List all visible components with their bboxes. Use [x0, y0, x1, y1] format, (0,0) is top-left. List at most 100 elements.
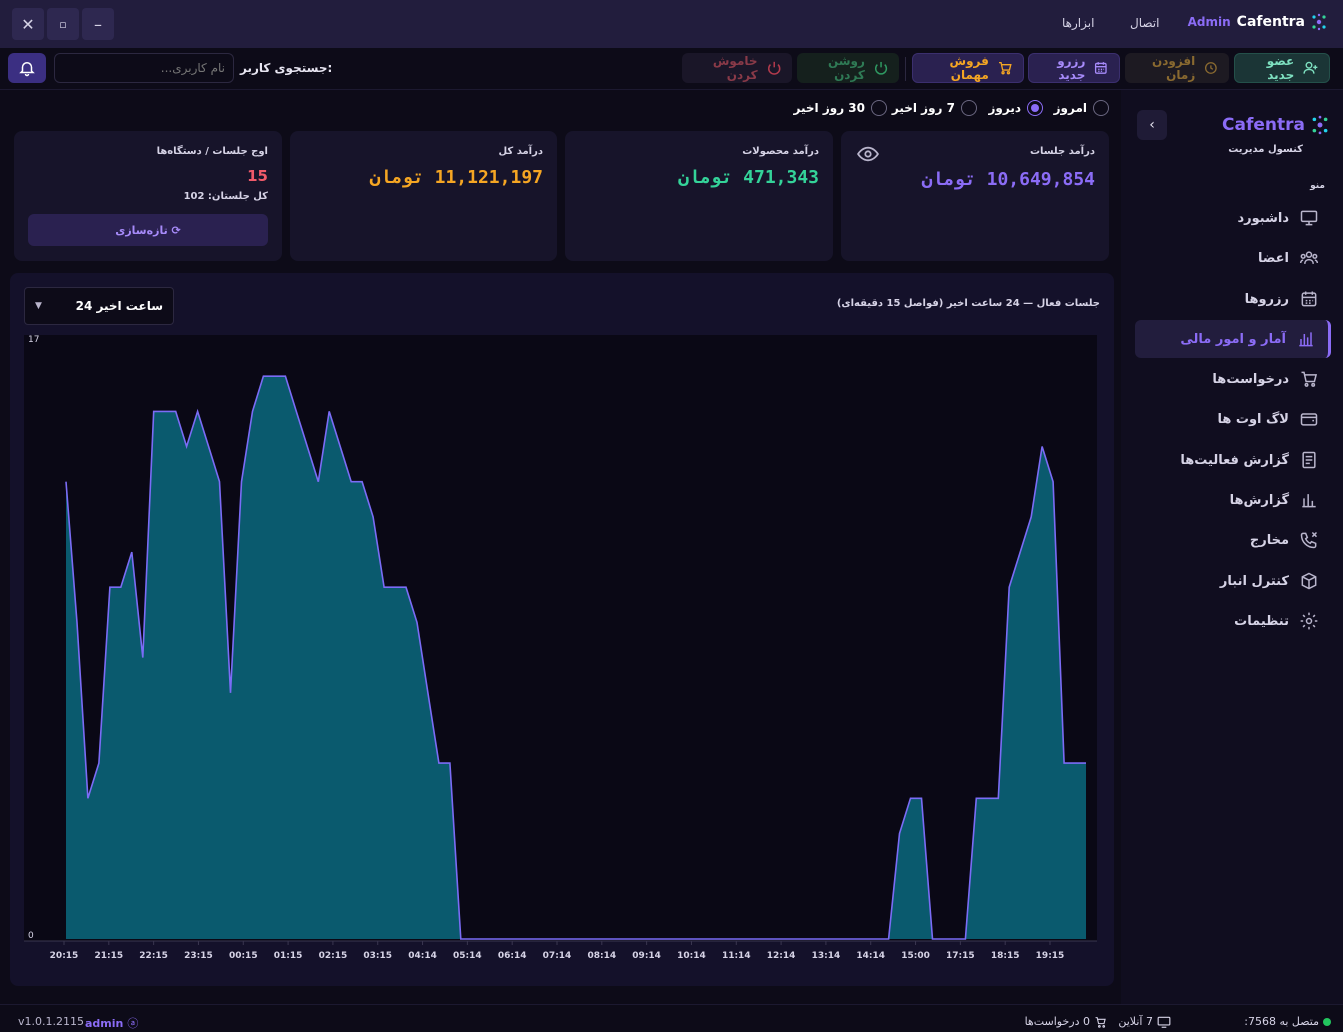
period-radio-7days[interactable]: 7 روز اخیر [892, 100, 977, 116]
stats-icon [1302, 494, 1316, 508]
y-tick-label: 0 [28, 931, 34, 941]
x-tick-label: 03:15 [363, 951, 392, 961]
sidebar-item-label: گزارش‌ها [1229, 492, 1289, 508]
sidebar-item-activity-report[interactable]: گزارش فعالیت‌ها [1135, 441, 1331, 479]
calendar-icon [1095, 62, 1108, 74]
users-icon [1299, 251, 1319, 264]
brand-name: Cafentra [1236, 14, 1305, 30]
period-radio-yesterday[interactable]: دیروز [988, 100, 1043, 116]
sidebar-item-reservations[interactable]: رزروها [1135, 280, 1331, 318]
requests-text: 0 درخواست‌ها [1024, 1015, 1090, 1028]
x-tick-label: 20:15 [50, 951, 79, 961]
sidebar-item-label: کنترل انبار [1219, 573, 1289, 589]
minimize-window-button[interactable]: – [82, 8, 114, 40]
guest-sale-button[interactable]: فروش مهمان [912, 53, 1024, 83]
maximize-window-button[interactable]: ▫ [47, 8, 79, 40]
user-search-label: جستجوی کاربر: [240, 61, 333, 75]
card-product-revenue: درآمد محصولات 471,343 تومان [565, 131, 833, 261]
eye-icon[interactable] [857, 145, 879, 163]
sidebar-item-reports[interactable]: گزارش‌ها [1135, 481, 1331, 519]
user-search-input[interactable] [54, 53, 234, 83]
new-reservation-label: رزرو جدید [1057, 54, 1086, 82]
sidebar-collapse-button[interactable]: ‹ [1137, 110, 1167, 140]
period-radio-today[interactable]: امروز [1054, 100, 1109, 116]
box-icon [1301, 572, 1317, 590]
chevron-down-icon: ▼ [35, 301, 42, 311]
close-window-button[interactable]: ✕ [12, 8, 44, 40]
x-tick-label: 04:14 [408, 951, 437, 961]
wallet-icon [1300, 413, 1318, 426]
turn-on-button[interactable]: روشن کردن [797, 53, 899, 83]
card-value: 11,121,197 تومان [369, 167, 543, 188]
x-tick-label: 01:15 [274, 951, 303, 961]
refresh-button[interactable]: ⟳ تازه‌سازی [28, 214, 268, 246]
turn-off-button[interactable]: خاموش کردن [682, 53, 792, 83]
peak-value: 15 [247, 167, 268, 185]
x-tick-label: 05:14 [453, 951, 482, 961]
power-off-icon [767, 61, 780, 75]
user-icon: ⓐ [127, 1017, 139, 1030]
requests-count: 0 درخواست‌ها [1025, 1015, 1108, 1028]
sidebar-item-label: درخواست‌ها [1212, 371, 1289, 387]
logo-icon [1312, 115, 1328, 135]
sidebar-section-label: منو [1310, 181, 1325, 191]
add-user-icon [1303, 61, 1318, 74]
sidebar-item-logouts[interactable]: لاگ اوت ها [1135, 400, 1331, 438]
status-bar: متصل به 7568: 7 آنلاین 0 درخواست‌ها admi… [0, 1004, 1343, 1032]
sidebar-item-label: آمار و امور مالی [1180, 331, 1286, 347]
period-label: دیروز [988, 101, 1022, 115]
radio-circle [871, 100, 887, 116]
sidebar-item-dashboard[interactable]: داشبورد [1135, 199, 1331, 237]
sidebar-item-label: گزارش فعالیت‌ها [1180, 452, 1289, 468]
add-time-button[interactable]: افزودن زمان [1125, 53, 1229, 83]
notifications-button[interactable] [8, 53, 46, 83]
x-tick-label: 07:14 [543, 951, 572, 961]
cart-icon [1301, 371, 1318, 387]
x-tick-label: 08:14 [587, 951, 616, 961]
sidebar-item-members[interactable]: اعضا [1135, 239, 1331, 277]
menu-connection[interactable]: اتصال [1130, 16, 1159, 30]
new-reservation-button[interactable]: رزرو جدید [1028, 53, 1120, 83]
chart-title: جلسات فعال — 24 ساعت اخیر (فواصل 15 دقیق… [836, 298, 1100, 309]
sidebar-item-label: رزروها [1244, 291, 1289, 307]
user-name: admin [85, 1016, 124, 1030]
card-title: درآمد جلسات [1029, 146, 1095, 157]
power-on-icon [874, 61, 888, 75]
new-member-label: عضو جدید [1266, 54, 1295, 82]
range-select[interactable]: ▼ 24 ساعت اخیر [24, 287, 174, 325]
total-sessions: کل جلستان: 102 [183, 191, 268, 202]
radio-circle [1027, 100, 1043, 116]
sidebar-item-finance[interactable]: آمار و امور مالی [1135, 320, 1331, 358]
period-label: 7 روز اخیر [891, 101, 955, 115]
sidebar-item-requests[interactable]: درخواست‌ها [1135, 360, 1331, 398]
sidebar-item-inventory[interactable]: کنترل انبار [1135, 562, 1331, 600]
sidebar-item-label: تنظیمات [1234, 613, 1289, 629]
x-tick-label: 21:15 [94, 951, 123, 961]
x-tick-label: 22:15 [139, 951, 168, 961]
sidebar-item-expenses[interactable]: مخارج [1135, 521, 1331, 559]
toolbar: جستجوی کاربر: خاموش کردن روشن کردن فروش … [0, 48, 1343, 90]
x-tick-label: 12:14 [767, 951, 796, 961]
connection-status: متصل به 7568: [1244, 1015, 1331, 1028]
clock-icon [1205, 62, 1218, 74]
cart-icon [1095, 1016, 1106, 1028]
x-tick-label: 00:15 [229, 951, 258, 961]
card-peak-sessions: اوج جلسات / دستگاه‌ها 15 کل جلستان: 102 … [14, 131, 282, 261]
menu-tools[interactable]: ابزارها [1062, 16, 1094, 30]
bar-chart-icon [1299, 332, 1313, 347]
add-time-label: افزودن زمان [1151, 54, 1196, 82]
new-member-button[interactable]: عضو جدید [1234, 53, 1330, 83]
x-tick-label: 19:15 [1036, 951, 1065, 961]
monitor-icon [1300, 210, 1318, 226]
period-radio-30days[interactable]: 30 روز اخیر [794, 100, 887, 116]
active-sessions-chart: 17 0 20:15 21:15 22:15 23:15 00:15 01:15 02:15 03… [24, 335, 1097, 961]
app-brand: Admin Cafentra [1188, 13, 1327, 31]
online-count: 7 آنلاین [1118, 1015, 1171, 1028]
guest-sale-label: فروش مهمان [949, 54, 989, 82]
current-user[interactable]: admin ⓐ [85, 1015, 138, 1031]
card-title: درآمد کل [498, 146, 543, 157]
sidebar-item-label: اعضا [1257, 250, 1289, 266]
sidebar-item-label: لاگ اوت ها [1217, 411, 1289, 427]
title-bar: ✕ ▫ – ابزارها اتصال Admin Cafentra [0, 0, 1343, 48]
sidebar-item-settings[interactable]: تنظیمات [1135, 602, 1331, 640]
